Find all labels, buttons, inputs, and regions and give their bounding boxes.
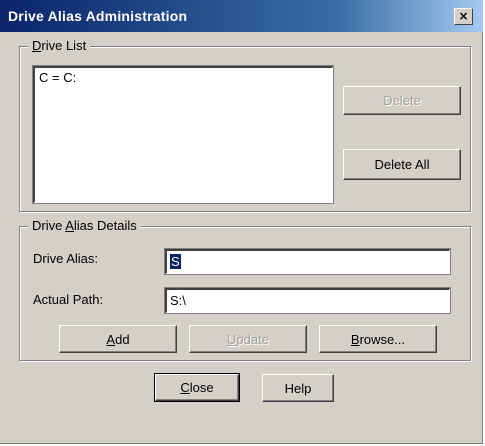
add-button-label: Add — [106, 331, 130, 347]
update-button-label: Update — [227, 331, 269, 347]
window-title: Drive Alias Administration — [8, 8, 188, 24]
drive-alias-label: Drive Alias: — [33, 251, 99, 266]
drive-list-box[interactable]: C = C: — [32, 65, 334, 204]
delete-button-label: Delete — [383, 93, 421, 108]
close-button[interactable]: Close — [154, 373, 240, 402]
browse-button-label: Browse... — [350, 331, 406, 347]
delete-all-button-label: Delete All — [374, 157, 430, 172]
actual-path-value: S:\ — [170, 293, 186, 308]
close-icon[interactable]: × — [454, 8, 473, 25]
help-button-label: Help — [284, 380, 312, 396]
drive-alias-value: S — [170, 254, 181, 269]
update-button[interactable]: Update — [189, 325, 307, 353]
browse-button[interactable]: Browse... — [319, 325, 437, 353]
drive-alias-details-title: Drive Alias Details — [28, 218, 141, 234]
delete-button[interactable]: Delete — [343, 86, 461, 115]
actual-path-label: Actual Path: — [33, 292, 104, 307]
help-button[interactable]: Help — [262, 374, 334, 402]
drive-alias-field[interactable]: S — [164, 248, 451, 275]
dialog-window: Drive Alias Administration × Drive List … — [0, 0, 483, 444]
list-item[interactable]: C = C: — [35, 68, 332, 87]
drive-list-title: Drive List — [28, 38, 91, 54]
title-bar[interactable]: Drive Alias Administration × — [0, 0, 483, 32]
delete-all-button[interactable]: Delete All — [343, 149, 461, 180]
close-button-label: Close — [180, 380, 214, 395]
actual-path-field[interactable]: S:\ — [164, 287, 451, 314]
add-button[interactable]: Add — [59, 325, 177, 353]
